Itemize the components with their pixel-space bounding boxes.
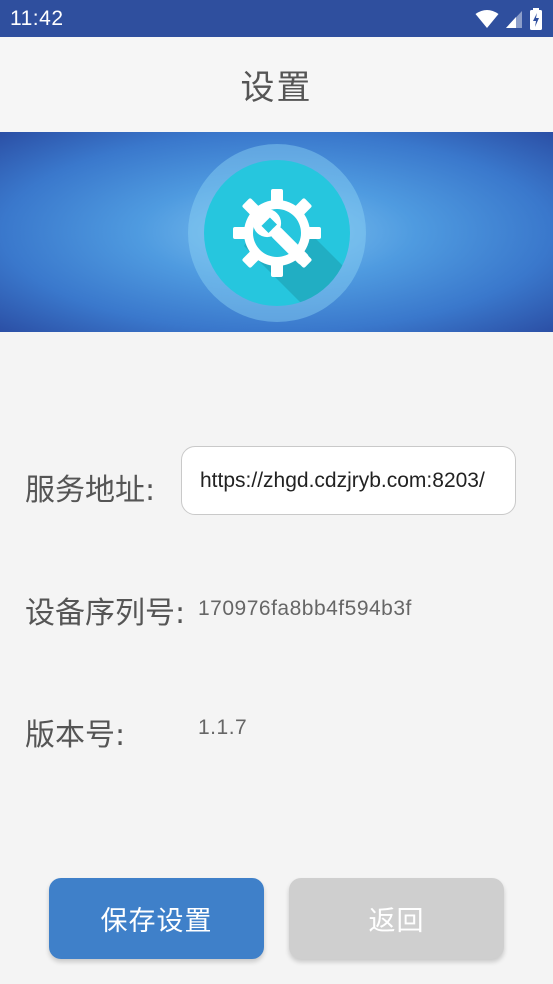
status-bar: 11:42 — [0, 0, 553, 37]
version-value: 1.1.7 — [198, 716, 248, 739]
title-bar: 设置 — [0, 37, 553, 132]
settings-wrench-gear-icon — [204, 160, 350, 306]
version-label: 版本号: — [25, 718, 126, 753]
server-address-input[interactable] — [200, 468, 515, 493]
back-button[interactable]: 返回 — [289, 878, 504, 959]
status-icons — [475, 7, 543, 30]
wifi-icon — [475, 9, 499, 29]
status-time: 11:42 — [10, 6, 64, 30]
save-settings-button[interactable]: 保存设置 — [49, 878, 264, 959]
device-serial-label: 设备序列号: — [25, 596, 186, 631]
settings-banner — [0, 132, 553, 332]
server-address-field[interactable] — [181, 446, 516, 515]
battery-charging-icon — [529, 7, 543, 30]
page-title: 设置 — [240, 68, 313, 108]
cell-signal-icon — [505, 9, 523, 29]
server-address-label: 服务地址: — [25, 473, 156, 508]
device-serial-value: 170976fa8bb4f594b3f — [198, 597, 412, 620]
